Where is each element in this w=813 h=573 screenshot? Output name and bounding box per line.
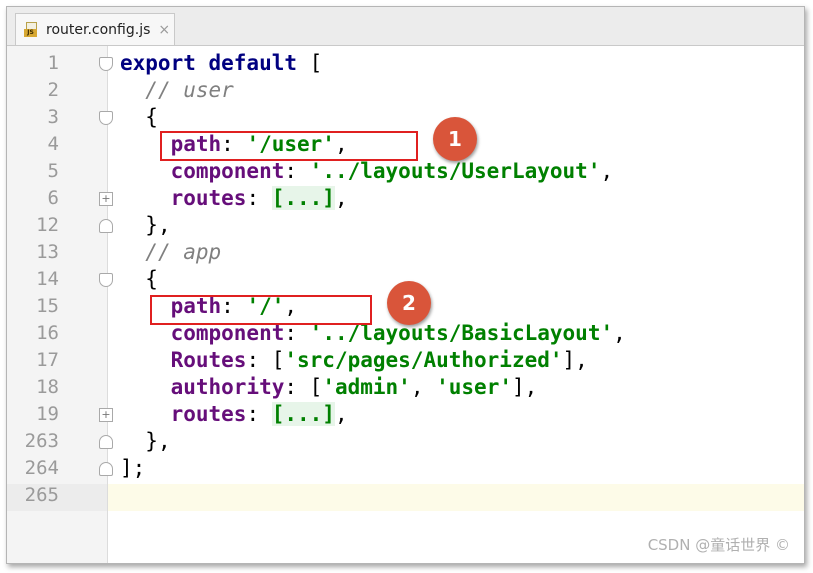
line-number: 15: [36, 295, 59, 317]
line-number: 5: [47, 160, 59, 182]
code-line: component: '../layouts/UserLayout',: [170, 159, 614, 183]
current-line-highlight: [108, 484, 804, 511]
line-number: 19: [36, 403, 59, 425]
code-line: Routes: ['src/pages/Authorized'],: [170, 348, 588, 372]
line-number: 18: [36, 376, 59, 398]
line-number: 14: [36, 268, 59, 290]
line-number: 3: [47, 106, 59, 128]
code-line: },: [145, 429, 171, 453]
line-number: 265: [24, 484, 59, 506]
fold-open-icon[interactable]: [99, 273, 113, 287]
fold-close-icon[interactable]: [99, 462, 113, 476]
line-number: 16: [36, 322, 59, 344]
fold-open-icon[interactable]: [99, 111, 113, 125]
line-number: 264: [24, 457, 59, 479]
tab-label: router.config.js: [46, 21, 151, 38]
close-icon[interactable]: ×: [158, 22, 170, 38]
js-file-icon: JS: [24, 21, 40, 38]
line-number: 2: [47, 79, 59, 101]
code-line: export default [: [120, 51, 323, 75]
tab-router-config[interactable]: JS router.config.js ×: [15, 13, 175, 45]
code-editor[interactable]: 1 2 3 4 5 6 12 13 14 15 16 17 18 19 263 …: [7, 46, 804, 563]
code-line: },: [145, 213, 171, 237]
fold-expand-icon[interactable]: +: [99, 408, 113, 422]
code-line: // app: [145, 240, 222, 264]
code-line: // user: [145, 78, 234, 102]
fold-expand-icon[interactable]: +: [99, 192, 113, 206]
code-line: {: [145, 267, 158, 291]
highlight-box-1: [160, 131, 418, 161]
fold-close-icon[interactable]: [99, 435, 113, 449]
code-line: routes: [...],: [170, 186, 348, 210]
code-line: {: [145, 105, 158, 129]
code-line: ];: [120, 456, 146, 480]
code-line: routes: [...],: [170, 402, 348, 426]
watermark: CSDN @童话世界 ©: [647, 536, 790, 554]
line-number: 4: [47, 133, 59, 155]
tab-bar: JS router.config.js ×: [7, 7, 804, 46]
marker-1: 1: [433, 117, 477, 161]
line-number: 13: [36, 241, 59, 263]
line-number: 263: [24, 430, 59, 452]
collapsed-region[interactable]: [...]: [271, 402, 335, 426]
collapsed-region[interactable]: [...]: [271, 186, 335, 210]
fold-close-icon[interactable]: [99, 219, 113, 233]
line-number: 1: [47, 52, 59, 74]
line-number: 17: [36, 349, 59, 371]
code-line: authority: ['admin', 'user'],: [170, 375, 538, 399]
editor-window: JS router.config.js × 1 2 3 4 5 6 12 13 …: [6, 6, 805, 564]
line-number: 12: [36, 214, 59, 236]
highlight-box-2: [150, 295, 372, 325]
line-number: 6: [47, 187, 59, 209]
fold-open-icon[interactable]: [99, 57, 113, 71]
marker-2: 2: [387, 281, 431, 325]
